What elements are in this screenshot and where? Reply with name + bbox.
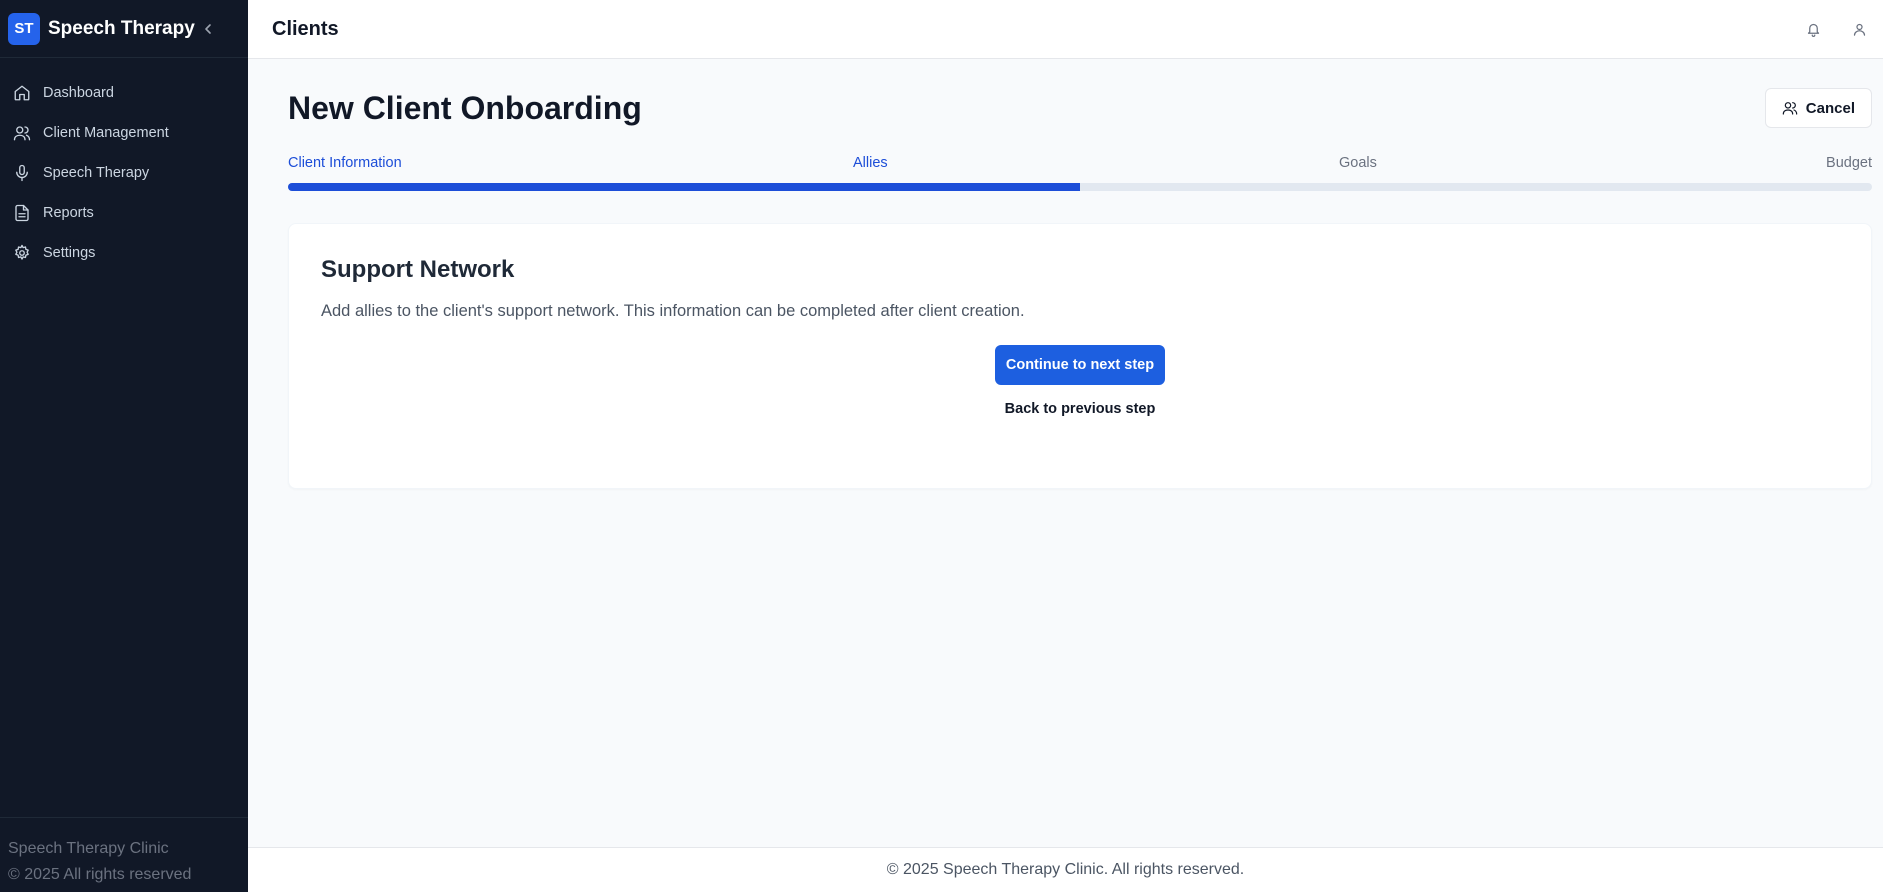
- sidebar-header: ST Speech Therapy: [0, 0, 248, 58]
- file-icon: [13, 204, 31, 222]
- cancel-button[interactable]: Cancel: [1764, 88, 1872, 128]
- sidebar-item-dashboard[interactable]: Dashboard: [0, 73, 248, 113]
- sidebar-item-reports[interactable]: Reports: [0, 193, 248, 233]
- users-icon: [1782, 100, 1798, 116]
- home-icon: [13, 84, 31, 102]
- sidebar-footer: Speech Therapy Clinic © 2025 All rights …: [0, 817, 248, 892]
- main-content: New Client Onboarding Cancel Client Info…: [288, 59, 1872, 489]
- step-goals[interactable]: Goals: [1339, 155, 1377, 171]
- mic-icon: [13, 164, 31, 182]
- step-allies[interactable]: Allies: [853, 155, 888, 171]
- user-icon[interactable]: [1849, 19, 1869, 39]
- sidebar-item-settings[interactable]: Settings: [0, 233, 248, 273]
- support-network-card: Support Network Add allies to the client…: [288, 223, 1872, 489]
- cancel-button-label: Cancel: [1805, 99, 1855, 117]
- users-icon: [13, 124, 31, 142]
- app-title: Speech Therapy: [48, 17, 195, 39]
- top-bar: Clients: [248, 0, 1883, 59]
- sidebar-footer-clinic: Speech Therapy Clinic: [8, 840, 169, 857]
- step-client-information[interactable]: Client Information: [288, 155, 402, 171]
- sidebar-item-speech-therapy[interactable]: Speech Therapy: [0, 153, 248, 193]
- sidebar-item-client-management[interactable]: Client Management: [0, 113, 248, 153]
- continue-button[interactable]: Continue to next step: [995, 345, 1165, 385]
- page-footer: © 2025 Speech Therapy Clinic. All rights…: [248, 847, 1883, 892]
- collapse-sidebar-icon[interactable]: [198, 19, 218, 39]
- progress-bar: [288, 183, 1872, 191]
- app-logo[interactable]: ST: [8, 12, 40, 45]
- stepper: Client Information Allies Goals Budget: [288, 155, 1872, 181]
- sidebar-item-label: Dashboard: [43, 85, 114, 101]
- sidebar-item-label: Settings: [43, 245, 96, 261]
- page-title: New Client Onboarding: [288, 89, 642, 126]
- card-title: Support Network: [321, 256, 515, 283]
- sidebar-item-label: Speech Therapy: [43, 165, 150, 181]
- card-description: Add allies to the client's support netwo…: [321, 302, 1025, 320]
- progress-bar-fill: [288, 183, 1080, 191]
- step-budget[interactable]: Budget: [1826, 155, 1872, 171]
- gear-icon: [13, 244, 31, 262]
- bell-icon[interactable]: [1803, 19, 1823, 39]
- sidebar-item-label: Client Management: [43, 125, 169, 141]
- sidebar-item-label: Reports: [43, 205, 94, 221]
- sidebar-nav: Dashboard Client Management Speech Thera…: [0, 58, 248, 273]
- sidebar-footer-copyright: © 2025 All rights reserved: [8, 866, 192, 883]
- sidebar: ST Speech Therapy Dashboard Client Manag…: [0, 0, 248, 892]
- back-button[interactable]: Back to previous step: [1005, 401, 1156, 417]
- page-header: New Client Onboarding Cancel: [288, 59, 1872, 149]
- footer-copyright: © 2025 Speech Therapy Clinic. All rights…: [886, 861, 1245, 878]
- page-section-title: Clients: [272, 17, 339, 40]
